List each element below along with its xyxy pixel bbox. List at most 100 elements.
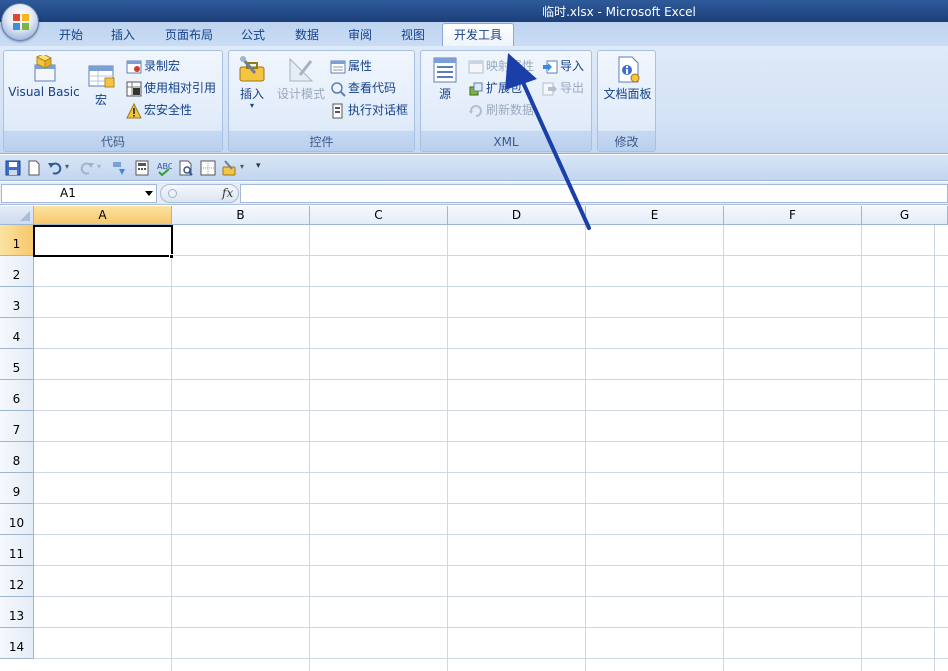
- tab-formulas[interactable]: 公式: [230, 26, 276, 46]
- row-header-6[interactable]: 6: [0, 380, 34, 411]
- row-header-8[interactable]: 8: [0, 442, 34, 473]
- import-button[interactable]: 导入: [542, 56, 584, 76]
- customize-toolbar-icon[interactable]: ▾: [256, 161, 272, 177]
- document-panel-button[interactable]: 文档面板: [600, 55, 655, 102]
- visual-basic-button[interactable]: Visual Basic: [8, 55, 80, 99]
- worksheet-grid[interactable]: A B C D E F G 1 2 3 4 5 6 7 8 9 10 11 12…: [0, 206, 948, 671]
- macro-security-label: 宏安全性: [144, 103, 193, 117]
- formula-input[interactable]: [240, 184, 948, 203]
- formula-expand-icon[interactable]: [168, 189, 177, 198]
- column-header-g[interactable]: G: [862, 206, 948, 225]
- gridline: [723, 225, 724, 671]
- gridline: [585, 225, 586, 671]
- column-header-e[interactable]: E: [586, 206, 724, 225]
- gridline: [171, 225, 172, 671]
- row-header-14[interactable]: 14: [0, 628, 34, 659]
- gridline: [34, 348, 948, 349]
- relative-references-icon: [126, 81, 142, 96]
- run-dialog-button[interactable]: 执行对话框: [330, 100, 408, 120]
- xml-source-button[interactable]: 源: [425, 55, 465, 102]
- select-all-icon: [20, 211, 30, 221]
- calculator-icon[interactable]: [134, 160, 150, 176]
- row-header-10[interactable]: 10: [0, 504, 34, 535]
- name-box-dropdown-icon[interactable]: [145, 191, 153, 196]
- window-title: 临时.xlsx - Microsoft Excel: [542, 5, 696, 19]
- macros-label: 宏: [94, 93, 107, 107]
- import-label: 导入: [560, 59, 585, 73]
- relative-references-button[interactable]: 使用相对引用: [126, 78, 216, 98]
- quick-access-toolbar: ▾ ▾ ABC ▾ ▾: [0, 155, 948, 181]
- tools-dropdown-icon[interactable]: ▾: [240, 162, 256, 178]
- row-header-2[interactable]: 2: [0, 256, 34, 287]
- properties-label: 属性: [348, 59, 373, 73]
- gridline: [34, 534, 948, 535]
- refresh-data-button[interactable]: 刷新数据: [468, 100, 534, 120]
- row-header-4[interactable]: 4: [0, 318, 34, 349]
- borders-icon[interactable]: [200, 160, 216, 176]
- fill-handle[interactable]: [169, 254, 174, 259]
- map-properties-button[interactable]: 映射属性: [468, 56, 534, 76]
- row-header-1[interactable]: 1: [0, 225, 34, 256]
- properties-button[interactable]: 属性: [330, 56, 372, 76]
- group-code-label: 代码: [4, 131, 222, 151]
- column-header-b[interactable]: B: [172, 206, 310, 225]
- column-header-d[interactable]: D: [448, 206, 586, 225]
- tools-icon[interactable]: [222, 160, 238, 176]
- group-controls: 插入 ▾ 设计模式 属性 查看代码 执行对话框 控件: [228, 50, 415, 152]
- group-modify-label: 修改: [598, 131, 655, 151]
- column-header-a[interactable]: A: [34, 206, 172, 225]
- tab-developer[interactable]: 开发工具: [442, 23, 514, 47]
- row-header-3[interactable]: 3: [0, 287, 34, 318]
- name-box[interactable]: A1: [1, 184, 157, 203]
- spelling-check-icon[interactable]: ABC: [156, 160, 172, 176]
- tab-review[interactable]: 审阅: [337, 26, 383, 46]
- toolbox-icon: [239, 56, 265, 82]
- record-macro-button[interactable]: 录制宏: [126, 56, 180, 76]
- column-header-c[interactable]: C: [310, 206, 448, 225]
- tab-data[interactable]: 数据: [284, 26, 330, 46]
- tab-page-layout[interactable]: 页面布局: [158, 26, 220, 46]
- expansion-packs-button[interactable]: 扩展包: [468, 78, 522, 98]
- save-icon[interactable]: [5, 160, 21, 176]
- view-code-button[interactable]: 查看代码: [330, 78, 396, 98]
- active-cell-a1[interactable]: [33, 225, 173, 257]
- gridline: [34, 410, 948, 411]
- xml-source-label: 源: [438, 87, 451, 101]
- row-header-13[interactable]: 13: [0, 597, 34, 628]
- xml-source-icon: [433, 57, 457, 83]
- macro-security-button[interactable]: 宏安全性: [126, 100, 192, 120]
- gridline: [447, 225, 448, 671]
- undo-icon[interactable]: [47, 160, 63, 176]
- column-header-f[interactable]: F: [724, 206, 862, 225]
- row-header-7[interactable]: 7: [0, 411, 34, 442]
- select-all-button[interactable]: [0, 206, 34, 225]
- macros-button[interactable]: 宏: [84, 61, 118, 108]
- macros-icon: [88, 65, 115, 88]
- expansion-packs-label: 扩展包: [486, 81, 523, 95]
- tab-view[interactable]: 视图: [390, 26, 436, 46]
- row-header-11[interactable]: 11: [0, 535, 34, 566]
- office-button[interactable]: [1, 3, 39, 41]
- new-document-icon[interactable]: [26, 160, 42, 176]
- insert-function-button[interactable]: fx: [222, 186, 233, 200]
- tab-home[interactable]: 开始: [48, 26, 94, 46]
- design-mode-button[interactable]: 设计模式: [273, 55, 329, 102]
- expansion-packs-icon: [469, 82, 483, 95]
- insert-control-label: 插入: [239, 87, 264, 101]
- gridline: [934, 225, 935, 671]
- tab-insert[interactable]: 插入: [100, 26, 146, 46]
- ribbon: Visual Basic 宏 录制宏 使用相对引用 宏安全性 代码 插入 ▾ 设…: [0, 46, 948, 154]
- map-properties-label: 映射属性: [486, 59, 535, 73]
- row-header-9[interactable]: 9: [0, 473, 34, 504]
- export-label: 导出: [560, 81, 585, 95]
- gridline: [34, 317, 948, 318]
- visual-basic-icon: [34, 55, 56, 82]
- insert-control-button[interactable]: 插入 ▾: [233, 55, 271, 110]
- group-modify: 文档面板 修改: [597, 50, 656, 152]
- export-button[interactable]: 导出: [542, 78, 584, 98]
- redo-icon[interactable]: [79, 160, 95, 176]
- row-header-5[interactable]: 5: [0, 349, 34, 380]
- row-header-12[interactable]: 12: [0, 566, 34, 597]
- print-preview-icon[interactable]: [178, 160, 194, 176]
- sort-icon[interactable]: [111, 160, 127, 176]
